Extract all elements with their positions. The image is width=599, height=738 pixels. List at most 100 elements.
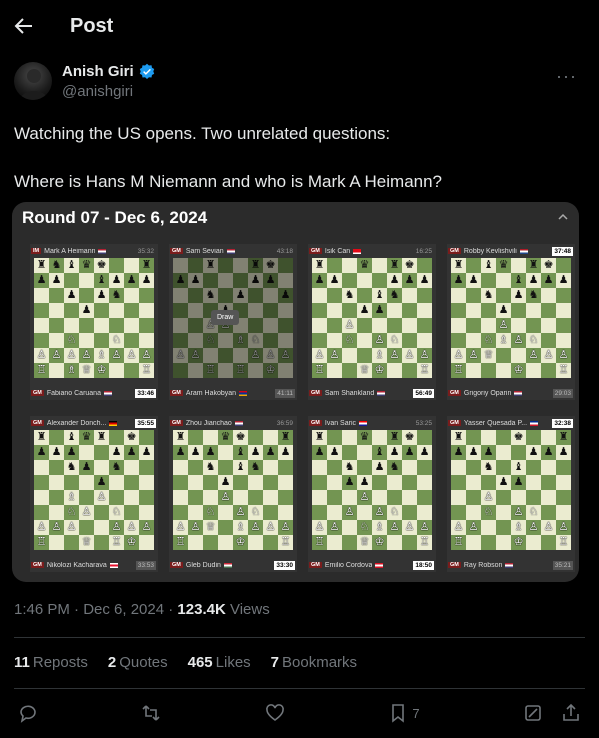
board-square — [496, 273, 511, 288]
board-square: ♖ — [312, 363, 327, 378]
board-square — [481, 520, 496, 535]
engagement-stats: 11 Reposts 2 Quotes 465 Likes 7 Bookmarks — [14, 654, 357, 671]
game-board-card[interactable]: GM Yasser Quesada P... 32:38 ♜ ♚ ♜ ♟ ♟ ♟ ♟ ♟ ♟ ♞ ♝ ♟ ♟ ♙… — [447, 416, 575, 572]
media-card[interactable]: Round 07 - Dec 6, 2024 IM Mark A Heimann 3… — [12, 202, 579, 582]
divider — [14, 688, 585, 689]
board-square — [466, 430, 481, 445]
board-square — [402, 505, 417, 520]
back-arrow-icon[interactable] — [14, 16, 34, 36]
board-square — [481, 475, 496, 490]
board-square — [451, 318, 466, 333]
game-board-card[interactable]: GMSam Sevian43:18♜♜♚♟♟♟♟♞♟♟♟♙♙♘♗♘♙♙♙♙♙♖♖… — [169, 244, 297, 400]
author-name[interactable]: Anish Giri — [62, 62, 134, 82]
title-badge: GM — [448, 562, 461, 568]
board-square: ♙ — [541, 520, 556, 535]
avatar[interactable] — [14, 62, 52, 100]
board-square: ♟ — [451, 273, 466, 288]
board-square — [466, 363, 481, 378]
game-board-card[interactable]: GM Alexander Donch... 35:55 ♜ ♝ ♛ ♜ ♚ ♟ ♟ ♟ ♟ ♟ ♟ ♞ ♟ ♞ ♟… — [30, 416, 158, 572]
board-square — [327, 318, 342, 333]
reposts-stat[interactable]: 11 Reposts — [14, 654, 88, 671]
board-square: ♟ — [496, 475, 511, 490]
board-square — [541, 288, 556, 303]
game-board-card[interactable]: GM Zhou Jianchao 36:59 ♜ ♛ ♚ ♜ ♟ ♟ ♟ ♝ ♟ ♟ ♟ ♞ ♝ ♞ ♟ ♙ ♘ ♙ ♘ ♙… — [169, 416, 297, 572]
board-square: ♖ — [312, 535, 327, 550]
author-handle[interactable]: @anishgiri — [62, 82, 156, 102]
board-square — [372, 490, 387, 505]
board-square — [466, 333, 481, 348]
board-square — [203, 490, 218, 505]
board-square: ♙ — [556, 348, 571, 363]
title-badge: GM — [309, 420, 322, 426]
board-square — [49, 460, 64, 475]
bookmark-button[interactable]: 7 — [388, 703, 420, 723]
board-square — [263, 535, 278, 550]
game-board-card[interactable]: IM Mark A Heimann 35:32 ♜ ♞ ♝ ♛ ♚ ♜ ♟ ♟ ♝ ♟ ♟ ♟ ♟ ♟ ♞ ♟ ♘ ♘ ♙… — [30, 244, 158, 400]
grok-icon[interactable] — [523, 703, 543, 723]
page-title: Post — [70, 14, 114, 37]
board-square — [417, 333, 432, 348]
board-square — [218, 445, 233, 460]
board-square: ♞ — [526, 288, 541, 303]
flag-icon — [530, 420, 539, 426]
post-timestamp[interactable]: 1:46 PM · Dec 6, 2024 · — [14, 601, 177, 618]
board-square: ♘ — [387, 333, 402, 348]
board-square: ♙ — [372, 333, 387, 348]
game-board-card[interactable]: GM Ivan Saric 53:25 ♜ ♛ ♜ ♚ ♟ ♟ ♝ ♟ ♟ ♟ ♞ ♟ ♞ ♟ ♟ ♙ ♙ ♙ ♘ ♙ ♙ ♘ ♗… — [308, 416, 436, 572]
board-square — [312, 318, 327, 333]
board-square: ♘ — [109, 505, 124, 520]
board-square: ♘ — [248, 505, 263, 520]
board-square: ♜ — [526, 258, 541, 273]
board-square — [79, 333, 94, 348]
board-square — [496, 445, 511, 460]
board-square — [139, 430, 154, 445]
board-square — [278, 460, 293, 475]
likes-stat[interactable]: 465 Likes — [188, 654, 251, 671]
board-square — [466, 288, 481, 303]
board-square — [402, 288, 417, 303]
board-square — [248, 535, 263, 550]
board-square — [342, 273, 357, 288]
flag-icon — [377, 390, 386, 396]
board-square — [124, 460, 139, 475]
board-square — [342, 348, 357, 363]
board-square: ♟ — [79, 303, 94, 318]
board-square: ♞ — [481, 288, 496, 303]
board-square: ♝ — [372, 288, 387, 303]
chevron-up-icon[interactable] — [557, 210, 569, 228]
board-square — [541, 460, 556, 475]
board-square — [139, 535, 154, 550]
board-square — [342, 258, 357, 273]
board-square — [278, 475, 293, 490]
game-board-card[interactable]: GM Isik Can 16:25 ♜ ♛ ♜ ♚ ♟ ♟ ♟ ♟ ♟ ♞ ♝ ♞ ♟ ♟ ♙ ♘ ♙ ♘ ♙ ♙ ♗ ♙ ♙ ♙ ♖… — [308, 244, 436, 400]
board-square: ♟ — [94, 475, 109, 490]
more-options-icon[interactable]: ··· — [556, 66, 577, 87]
reply-button[interactable] — [18, 703, 38, 723]
board-square: ♚ — [233, 430, 248, 445]
board-square — [466, 303, 481, 318]
like-button[interactable] — [265, 703, 285, 723]
board-square — [357, 505, 372, 520]
board-square — [387, 535, 402, 550]
board-square — [526, 318, 541, 333]
quotes-stat[interactable]: 2 Quotes — [108, 654, 168, 671]
board-square: ♗ — [496, 333, 511, 348]
board-square — [173, 490, 188, 505]
board-square: ♝ — [511, 460, 526, 475]
game-board-card[interactable]: GM Robby Kevlishvili 37:48 ♜ ♝ ♛ ♜ ♚ ♟ ♟ ♝ ♟ ♟ ♟ ♞ ♟ ♞ ♟ ♙… — [447, 244, 575, 400]
board-square — [94, 445, 109, 460]
share-icon[interactable] — [561, 703, 581, 723]
board-square — [496, 460, 511, 475]
board-square — [173, 460, 188, 475]
board-square: ♙ — [312, 520, 327, 535]
board-square: ♜ — [278, 430, 293, 445]
bookmarks-stat[interactable]: 7 Bookmarks — [271, 654, 357, 671]
board-square: ♔ — [233, 535, 248, 550]
board-square — [541, 363, 556, 378]
board-square — [481, 303, 496, 318]
flag-icon — [353, 248, 362, 254]
flag-icon — [109, 420, 118, 426]
board-square: ♟ — [49, 445, 64, 460]
repost-button[interactable] — [141, 703, 161, 723]
board-square: ♙ — [387, 348, 402, 363]
